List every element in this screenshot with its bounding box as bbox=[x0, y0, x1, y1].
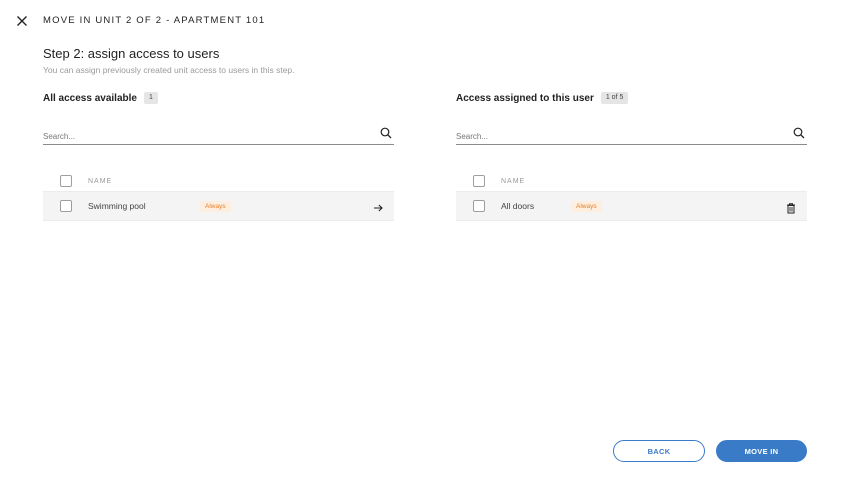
arrow-right-icon bbox=[374, 204, 383, 212]
column-header-name: NAME bbox=[88, 177, 113, 185]
assigned-search-input[interactable] bbox=[456, 132, 776, 141]
schedule-tag: Always bbox=[571, 200, 602, 212]
assign-button[interactable] bbox=[372, 201, 384, 213]
close-button[interactable] bbox=[14, 13, 30, 29]
select-all-checkbox[interactable] bbox=[473, 175, 485, 187]
row-checkbox[interactable] bbox=[60, 200, 72, 212]
assigned-access-title: Access assigned to this user bbox=[456, 92, 594, 104]
access-name: Swimming pool bbox=[88, 201, 146, 211]
dialog-title: MOVE IN UNIT 2 OF 2 - APARTMENT 101 bbox=[43, 15, 266, 26]
search-icon[interactable] bbox=[793, 126, 805, 139]
search-icon[interactable] bbox=[380, 126, 392, 139]
column-header-name: NAME bbox=[501, 177, 526, 185]
table-row[interactable]: Swimming pool Always bbox=[43, 191, 394, 221]
step-title: Step 2: assign access to users bbox=[43, 46, 220, 61]
step-subtitle: You can assign previously created unit a… bbox=[43, 65, 295, 75]
row-checkbox[interactable] bbox=[473, 200, 485, 212]
trash-icon bbox=[787, 203, 795, 214]
schedule-tag: Always bbox=[200, 200, 231, 212]
available-search-input[interactable] bbox=[43, 132, 363, 141]
available-access-table: NAME Swimming pool Always bbox=[43, 171, 394, 221]
available-access-title: All access available bbox=[43, 92, 137, 104]
assigned-search bbox=[456, 123, 807, 145]
available-access-count: 1 bbox=[143, 92, 158, 104]
available-search bbox=[43, 123, 394, 145]
move-in-button[interactable]: MOVE IN bbox=[716, 440, 807, 462]
select-all-checkbox[interactable] bbox=[60, 175, 72, 187]
assigned-access-header: Access assigned to this user 1 of 5 bbox=[456, 92, 807, 104]
assigned-access-count: 1 of 5 bbox=[600, 92, 629, 104]
close-icon bbox=[17, 16, 27, 26]
access-name: All doors bbox=[501, 201, 535, 211]
available-access-header: All access available 1 bbox=[43, 92, 394, 104]
back-button[interactable]: BACK bbox=[613, 440, 705, 462]
table-header: NAME bbox=[43, 171, 394, 191]
table-row[interactable]: All doors Always bbox=[456, 191, 807, 221]
available-access-panel: All access available 1 NAME Swimming poo… bbox=[43, 92, 394, 221]
table-header: NAME bbox=[456, 171, 807, 191]
assigned-access-panel: Access assigned to this user 1 of 5 NAME… bbox=[456, 92, 807, 221]
remove-button[interactable] bbox=[785, 201, 797, 214]
assigned-access-table: NAME All doors Always bbox=[456, 171, 807, 221]
